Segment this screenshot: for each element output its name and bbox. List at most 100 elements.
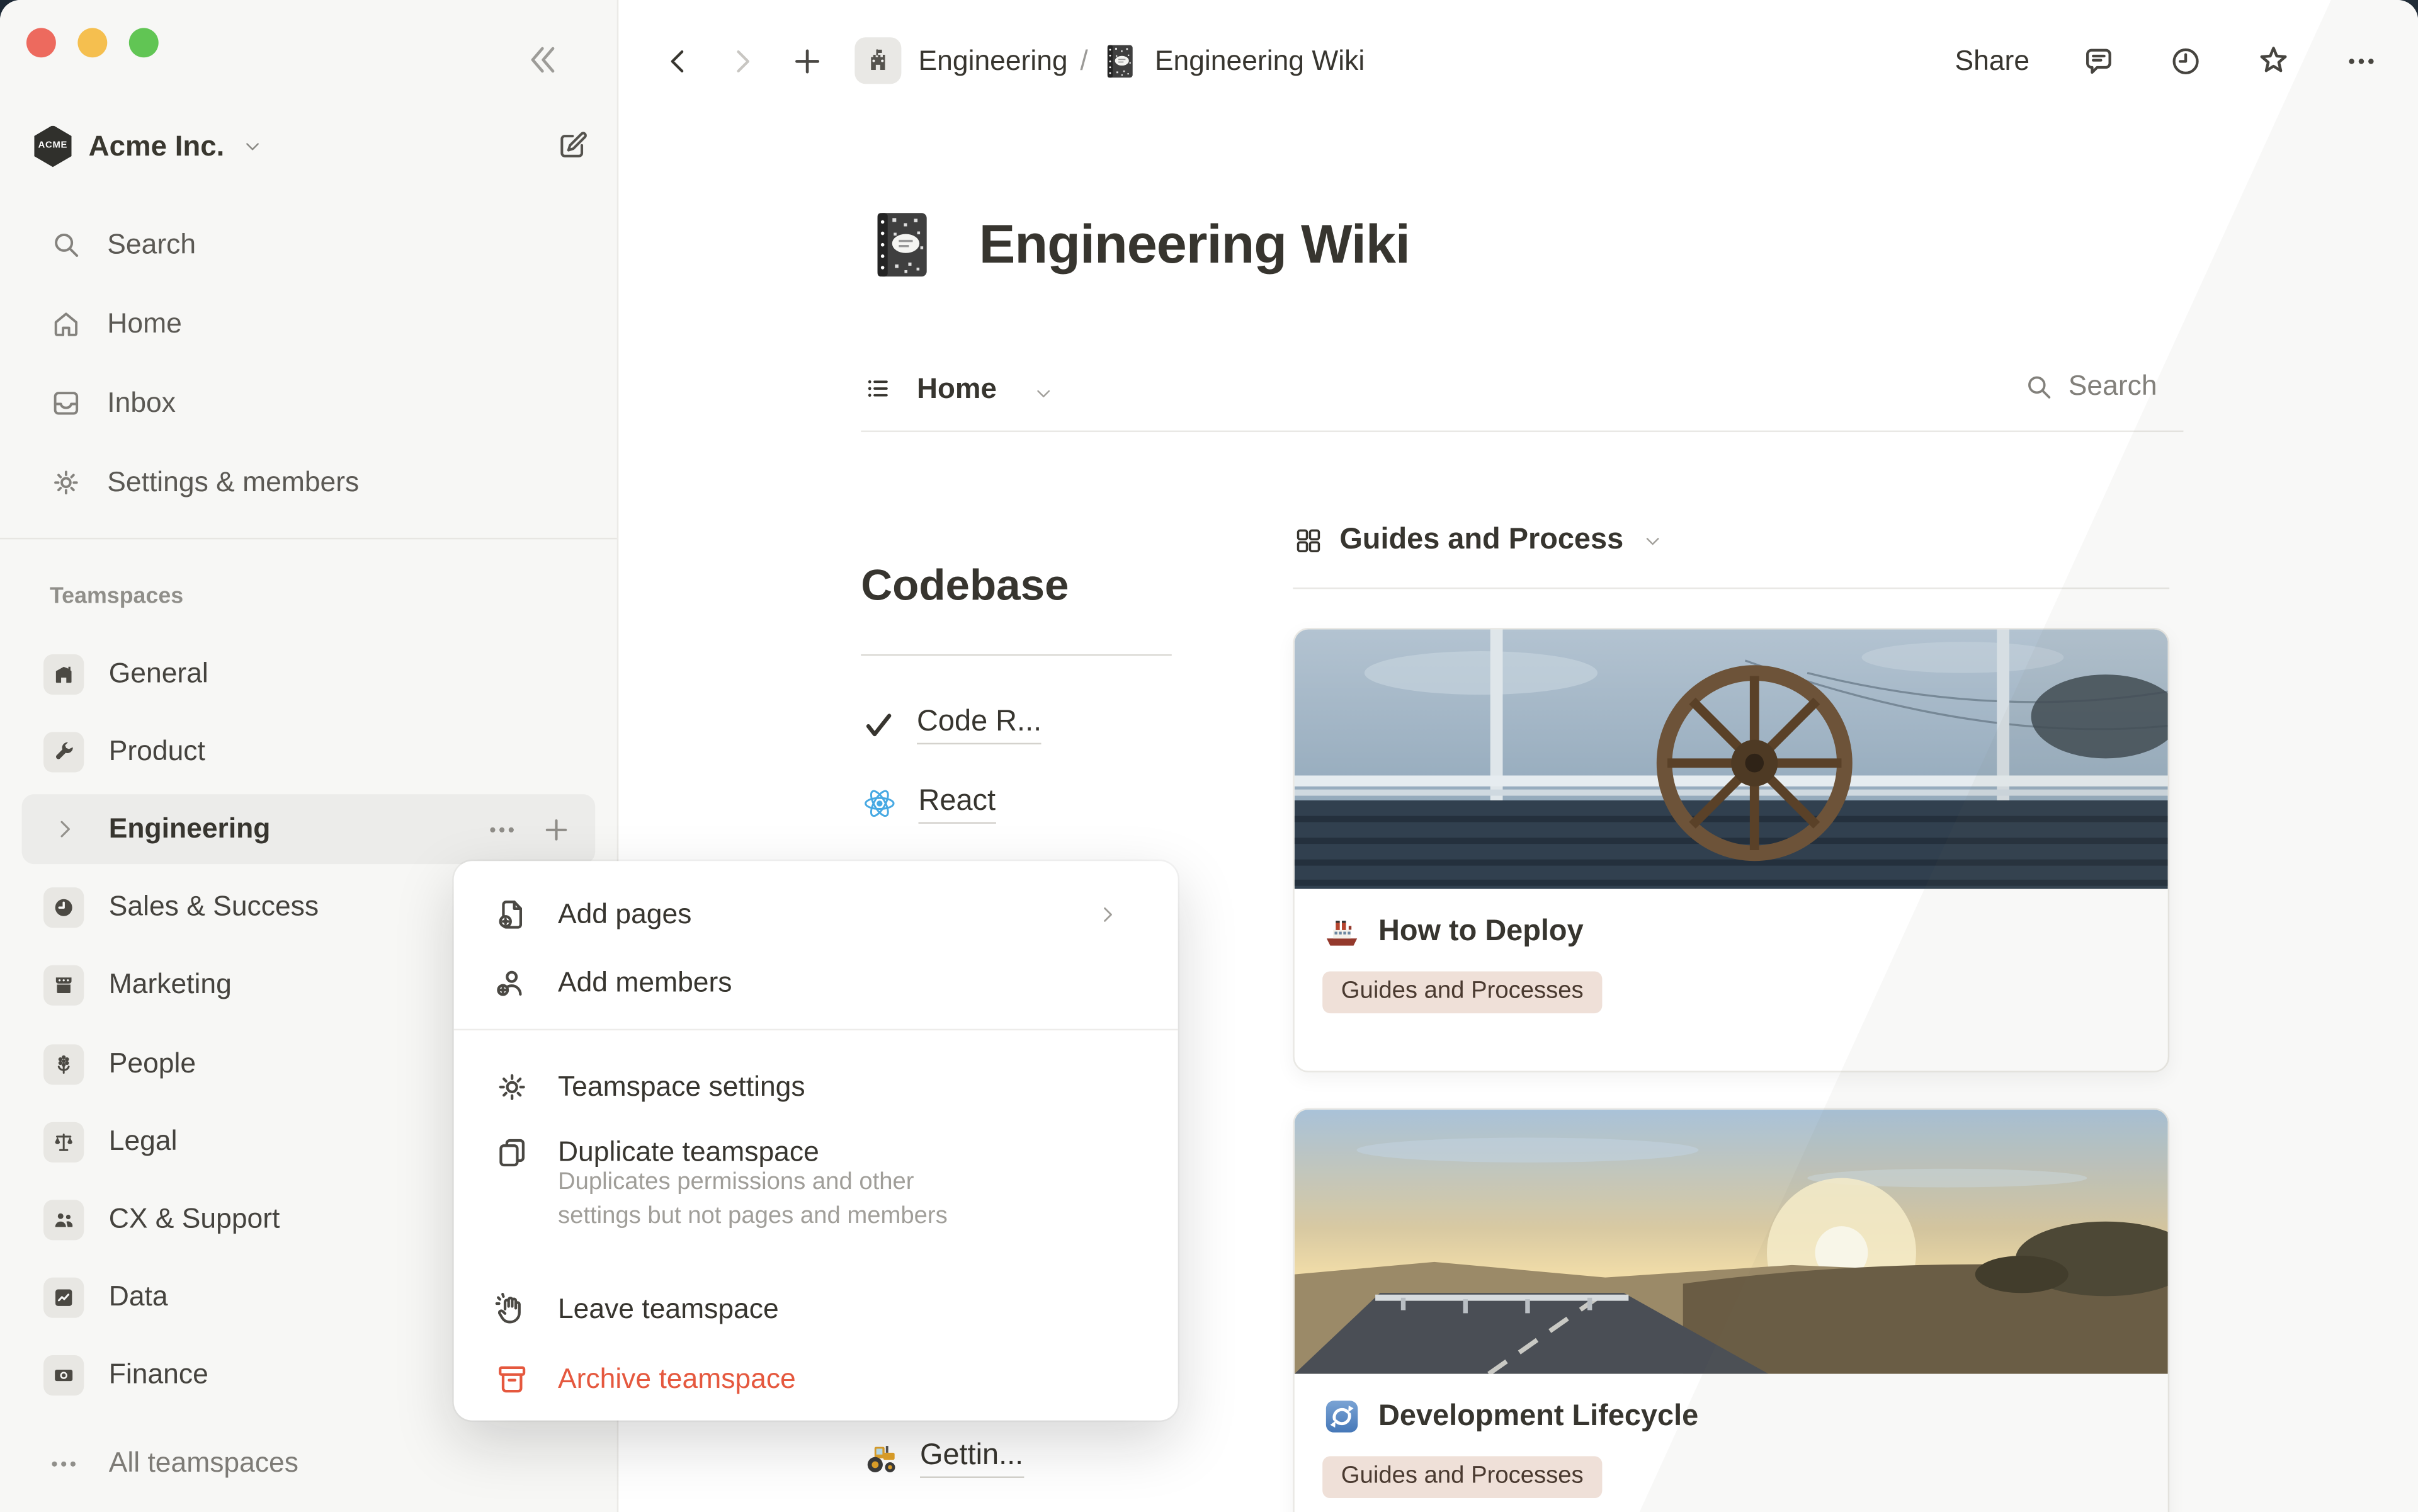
card-title: How to Deploy [1378,914,1584,948]
inbox-icon [50,386,82,419]
sidebar-divider [0,538,617,539]
react-icon [861,785,898,822]
gear-icon [494,1069,530,1105]
sidebar-item-all-teamspaces[interactable]: All teamspaces [22,1428,596,1498]
teamspace-context-menu: Add pages Add members Teamspace settings… [454,861,1178,1420]
sidebar-item-home[interactable]: Home [22,292,596,355]
compose-icon[interactable] [555,129,589,163]
menu-item-archive-teamspace[interactable]: Archive teamspace [472,1349,1159,1408]
ship-wheel-cover-image [1295,629,2168,889]
teamspace-label: General [109,657,208,690]
breadcrumb-separator: / [1080,44,1087,77]
menu-item-add-pages[interactable]: Add pages [472,884,1159,943]
gallery-header[interactable]: Guides and Process [1293,519,1662,562]
teamspace-label: People [109,1047,196,1080]
sidebar-item-label: Search [107,228,196,261]
add-member-icon [494,964,530,1000]
notion-window: ACME Acme Inc. Search Home Inbox Setting [0,0,2418,1512]
page-icon-notebook[interactable] [863,207,940,283]
teamspaces-section-label: Teamspaces [50,584,183,609]
chart-icon [43,1276,84,1317]
flower-icon [43,1043,84,1084]
app-window: ACME Acme Inc. Search Home Inbox Setting [0,0,2418,1512]
collapse-sidebar-icon[interactable] [522,40,561,79]
tractor-icon [861,1438,900,1477]
share-button[interactable]: Share [1955,44,2030,77]
chevron-right-icon[interactable] [43,809,84,850]
sidebar-item-settings[interactable]: Settings & members [22,451,596,513]
sidebar-item-label: Inbox [107,386,176,419]
card-development-lifecycle[interactable]: Development Lifecycle Guides and Process… [1293,1108,2169,1512]
codebase-heading: Codebase [861,561,1069,611]
more-icon[interactable] [2344,43,2380,79]
menu-item-add-members[interactable]: Add members [472,953,1159,1012]
updates-clock-icon[interactable] [2168,43,2204,79]
menu-item-teamspace-settings[interactable]: Teamspace settings [472,1057,1159,1116]
card-title: Development Lifecycle [1378,1399,1698,1433]
tab-home[interactable]: Home [917,372,997,406]
add-page-icon[interactable] [539,812,573,846]
teamspace-label: Data [109,1281,168,1314]
workspace-switcher[interactable]: ACME Acme Inc. [34,113,589,179]
gear-icon [50,465,82,498]
gallery-header-label: Guides and Process [1339,524,1623,558]
people-icon [43,1199,84,1239]
banknote-icon [43,1355,84,1395]
storefront-icon [43,964,84,1004]
zoom-button[interactable] [129,28,159,57]
teamspace-label: Finance [109,1358,208,1391]
sidebar-item-search[interactable]: Search [22,213,596,275]
more-icon[interactable] [485,812,519,846]
wrench-icon [43,731,84,771]
gallery-divider [1293,588,2169,589]
sunset-road-cover-image [1295,1110,2168,1374]
teamspace-label: Legal [109,1125,178,1158]
comments-icon[interactable] [2081,43,2117,79]
page-link-getting-started[interactable]: Gettin... [861,1433,1023,1482]
teamspace-label: Sales & Success [109,890,319,923]
recycle-icon [1322,1397,1361,1436]
search-icon [2023,371,2054,402]
teamspace-label: Engineering [109,813,271,846]
submenu-chevron-icon [1096,902,1119,926]
minimize-button[interactable] [77,28,107,57]
tab-divider [861,431,2183,432]
chevron-down-icon[interactable] [1033,384,1053,404]
house-icon [43,654,84,694]
breadcrumb-teamspace[interactable]: Engineering [919,44,1068,77]
teamspace-label: Marketing [109,969,232,1001]
sidebar-item-product[interactable]: Product [22,717,596,787]
menu-item-leave-teamspace[interactable]: Leave teamspace [472,1279,1159,1338]
ship-icon [1322,912,1361,952]
favorite-star-icon[interactable] [2255,42,2292,79]
window-controls [26,28,159,57]
teamspace-label: All teamspaces [109,1447,298,1480]
check-icon [861,707,897,742]
notebook-icon [1101,41,1140,80]
chevron-down-icon [243,136,263,156]
clock-icon [43,887,84,927]
page-search[interactable]: Search [2023,370,2157,402]
archive-icon [494,1361,530,1397]
sidebar-item-engineering[interactable]: Engineering [22,794,596,864]
grid-view-icon [1293,525,1324,556]
card-tag: Guides and Processes [1322,971,1602,1013]
menu-divider [454,1029,1178,1030]
sidebar-item-inbox[interactable]: Inbox [22,372,596,434]
page-link-code-reviews[interactable]: Code R... [861,700,1042,749]
home-icon [50,307,82,339]
new-page-icon[interactable] [788,41,827,80]
teamspace-label: CX & Support [109,1203,280,1236]
scales-icon [43,1122,84,1162]
close-button[interactable] [26,28,56,57]
forward-icon[interactable] [724,43,760,79]
heading-divider [861,654,1172,656]
workspace-logo: ACME [34,125,71,168]
page-link-react[interactable]: React [861,778,996,828]
back-icon[interactable] [661,43,696,79]
breadcrumb-page[interactable]: Engineering Wiki [1155,44,1365,77]
card-how-to-deploy[interactable]: How to Deploy Guides and Processes [1293,628,2169,1072]
sidebar-item-general[interactable]: General [22,639,596,708]
school-building-icon[interactable] [854,37,901,84]
page-title: Engineering Wiki [979,207,1410,283]
